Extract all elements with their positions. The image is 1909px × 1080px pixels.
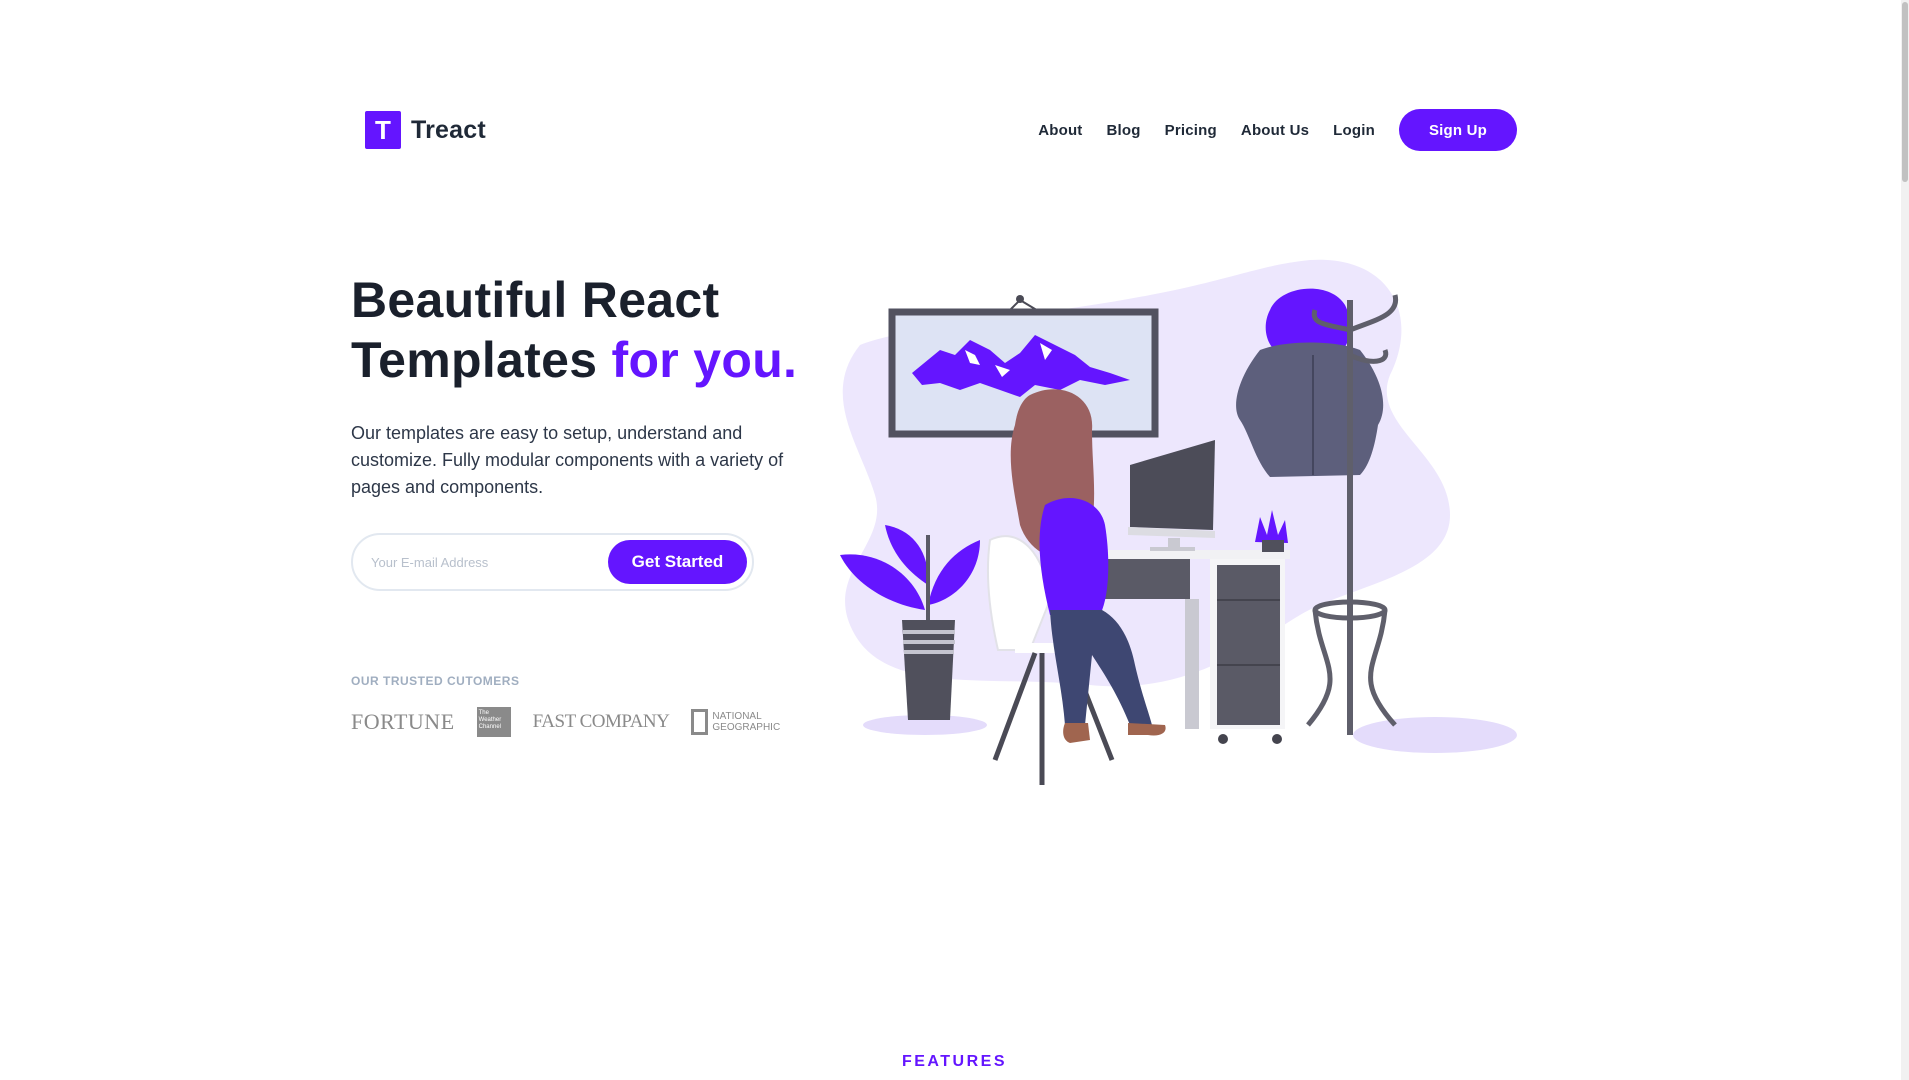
- site-header: T Treact About Blog Pricing About Us Log…: [365, 108, 1517, 152]
- woman-shoe-right: [1128, 723, 1166, 736]
- hero-title-accent: for you.: [611, 332, 798, 388]
- signup-button[interactable]: Sign Up: [1399, 109, 1517, 151]
- hero-title: Beautiful React Templates for you.: [351, 270, 851, 390]
- get-started-button[interactable]: Get Started: [608, 540, 747, 584]
- nav-item-blog[interactable]: Blog: [1107, 122, 1141, 139]
- pot-stripe-1: [903, 630, 955, 634]
- pot-stripe-2: [903, 640, 955, 644]
- email-signup-form: Get Started: [351, 533, 754, 591]
- brand-logo-link[interactable]: T Treact: [365, 111, 486, 149]
- scrollbar-thumb[interactable]: [1902, 2, 1908, 182]
- coat-body: [1236, 342, 1384, 477]
- desk-cabinet-inner: [1217, 565, 1280, 725]
- nav-item-pricing[interactable]: Pricing: [1165, 122, 1217, 139]
- pot-stripe-3: [904, 650, 954, 654]
- caster-left: [1218, 734, 1228, 744]
- frame-nail: [1016, 295, 1024, 303]
- desk-drawer-left: [1100, 559, 1190, 599]
- national-geographic-logo: NATIONAL GEOGRAPHIC: [691, 709, 780, 735]
- trusted-customers-label: OUR TRUSTED CUTOMERS: [351, 674, 520, 688]
- weather-channel-logo: The Weather Channel: [476, 707, 511, 737]
- fast-company-logo: FAST COMPANY: [532, 711, 670, 732]
- main-nav: About Blog Pricing About Us Login Sign U…: [1014, 109, 1517, 151]
- fortune-logo: FORTUNE: [351, 709, 455, 734]
- keyboard: [1150, 547, 1195, 551]
- nav-item-about-us[interactable]: About Us: [1241, 122, 1309, 139]
- brand-logo-icon: T: [365, 111, 401, 149]
- woman-shoe-left: [1063, 723, 1090, 743]
- desk-leg-left: [1185, 599, 1199, 729]
- nav-item-login[interactable]: Login: [1333, 122, 1375, 139]
- brand-name: Treact: [411, 115, 486, 144]
- hero-description: Our templates are easy to setup, underst…: [351, 423, 784, 497]
- customer-logos: FORTUNE The Weather Channel FAST COMPANY…: [351, 706, 780, 738]
- coat-rack-shadow: [1353, 717, 1517, 753]
- email-input[interactable]: [371, 554, 601, 570]
- woman-at-desk-illustration: [840, 259, 1517, 785]
- hero-title-line1: Beautiful React: [351, 272, 720, 328]
- natgeo-text: NATIONAL GEOGRAPHIC: [712, 711, 781, 733]
- hero-title-line2: Templates: [351, 332, 598, 388]
- caster-right: [1272, 734, 1282, 744]
- page-scrollbar[interactable]: [1901, 0, 1909, 1080]
- nav-item-about[interactable]: About: [1038, 122, 1082, 139]
- features-section-label: FEATURES: [901, 1053, 1008, 1070]
- plant-pot: [902, 620, 955, 720]
- woman-sweater: [1039, 497, 1109, 615]
- desk-plant-pot: [1262, 540, 1284, 552]
- natgeo-frame-icon: [691, 709, 709, 735]
- desk-top: [1080, 550, 1290, 559]
